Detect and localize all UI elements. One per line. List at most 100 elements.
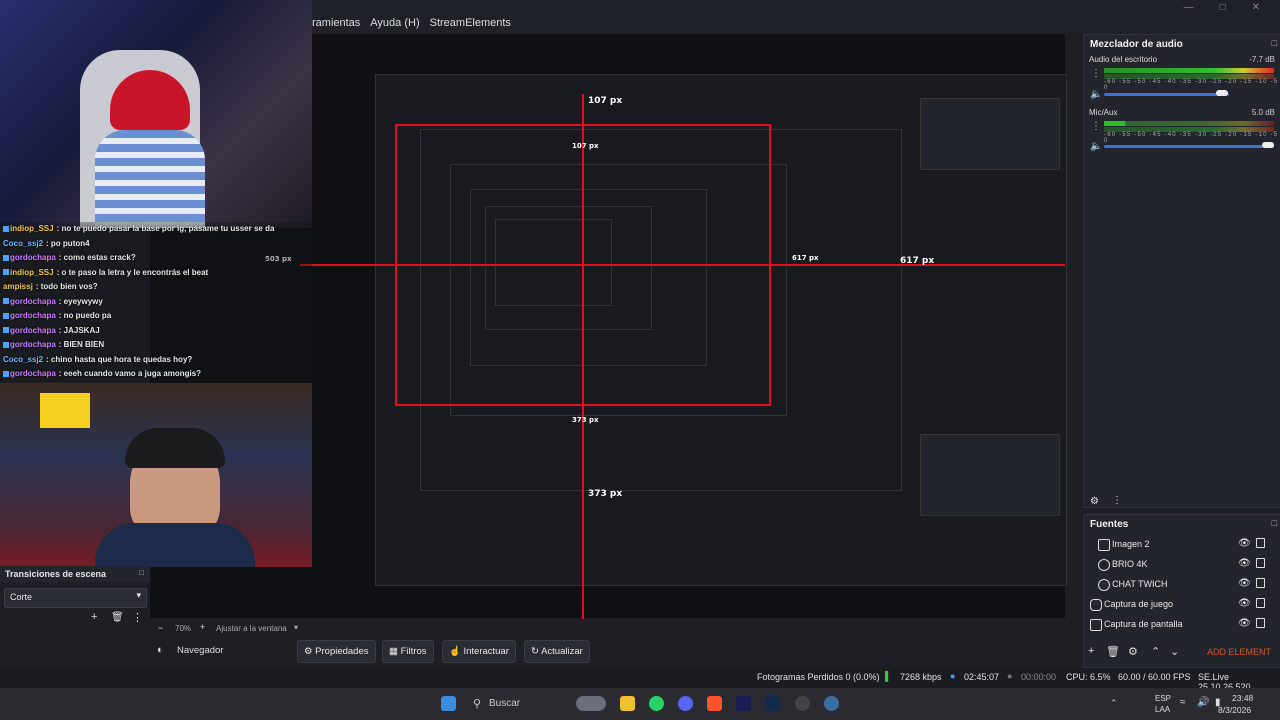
mixer-title: Mezclador de audio xyxy=(1090,39,1183,50)
volume-icon[interactable]: 🔊 xyxy=(1197,697,1209,708)
add-source-icon[interactable]: + xyxy=(1088,645,1094,657)
lock-icon[interactable] xyxy=(1256,578,1265,588)
premiere-icon[interactable] xyxy=(736,696,751,711)
measure-inner-bottom-label: 373 px xyxy=(572,416,599,424)
chat-line: ampissj: todo bien vos? xyxy=(3,282,98,291)
maximize-icon[interactable]: □ xyxy=(1220,2,1226,13)
filters-button[interactable]: ▦ Filtros xyxy=(382,640,434,663)
float-icon[interactable]: □ xyxy=(139,568,144,577)
zoom-value: 70% xyxy=(175,624,192,633)
status-bar: Fotogramas Perdidos 0 (0.0%) ▌ 7268 kbps… xyxy=(0,668,1280,692)
trash-icon[interactable]: 🗑 xyxy=(111,612,124,623)
taskbar: ⚲ Buscar ⌃ ESP LAA ≈ 🔊 ▮ 23:48 8/3/2026 xyxy=(0,688,1280,720)
taskbar-search[interactable]: Buscar xyxy=(489,698,520,709)
settings-icon[interactable] xyxy=(824,696,839,711)
widget-icon[interactable] xyxy=(576,696,606,711)
navigator-label[interactable]: Navegador xyxy=(177,645,223,656)
brave-icon[interactable] xyxy=(707,696,722,711)
navigator-icon[interactable]: ◐ xyxy=(157,644,164,656)
lock-icon[interactable] xyxy=(1256,558,1265,568)
fps: 60.00 / 60.00 FPS xyxy=(1118,672,1191,682)
chevron-down-icon: ▾ xyxy=(136,590,141,600)
chat-line: gordochapa: como estas crack? xyxy=(0,251,312,266)
clock-date[interactable]: 8/3/2026 xyxy=(1218,705,1251,715)
fit-window-label[interactable]: Ajustar a la ventana xyxy=(216,624,287,633)
speaker-icon[interactable]: 🔈 xyxy=(1090,89,1102,100)
channel-menu-icon[interactable]: ⋮ xyxy=(1091,121,1101,132)
source-item[interactable]: BRIO 4K 👁 xyxy=(1086,555,1280,575)
menu-tools[interactable]: ramientas xyxy=(312,17,360,29)
record-icon: ● xyxy=(1007,671,1013,681)
source-item[interactable]: CHAT TWICH 👁 xyxy=(1086,575,1280,595)
wifi-icon[interactable]: ≈ xyxy=(1180,697,1186,708)
visibility-eye-icon[interactable]: 👁 xyxy=(1238,538,1251,549)
properties-button[interactable]: ⚙ Propiedades xyxy=(297,640,376,663)
transitions-header: Transiciones de escena □ xyxy=(0,566,150,582)
clock-time[interactable]: 23:48 xyxy=(1232,693,1253,703)
menu-help[interactable]: Ayuda (H) xyxy=(370,17,419,29)
float-icon[interactable]: □ xyxy=(1272,38,1277,48)
visibility-eye-icon[interactable]: 👁 xyxy=(1238,618,1251,629)
tray-chevron-icon[interactable]: ⌃ xyxy=(1110,698,1118,709)
source-item[interactable]: Imagen 2 👁 xyxy=(1086,535,1280,555)
visibility-eye-icon[interactable]: 👁 xyxy=(1238,558,1251,569)
discord-icon[interactable] xyxy=(678,696,693,711)
whatsapp-icon[interactable] xyxy=(649,696,664,711)
obs-icon[interactable] xyxy=(795,696,810,711)
lang-top[interactable]: ESP xyxy=(1155,694,1171,703)
transition-menu-icon[interactable]: ⋮ xyxy=(132,611,143,624)
mixer-menu-icon[interactable]: ⋮ xyxy=(1112,495,1122,506)
zoom-in-icon[interactable]: + xyxy=(200,622,205,632)
channel-menu-icon[interactable]: ⋮ xyxy=(1091,68,1101,79)
float-icon[interactable]: □ xyxy=(1272,518,1277,528)
nested-sources xyxy=(920,434,1060,516)
source-item[interactable]: Captura de juego 👁 xyxy=(1086,595,1280,615)
mixer-settings-icon[interactable]: ⚙ xyxy=(1090,496,1099,507)
nested-mixer xyxy=(920,98,1060,170)
badge-icon xyxy=(3,298,9,305)
visibility-eye-icon[interactable]: 👁 xyxy=(1238,578,1251,589)
chevron-down-icon[interactable]: ▾ xyxy=(294,623,298,632)
chevron-down-icon[interactable]: ⌄ xyxy=(1170,645,1179,658)
badge-icon xyxy=(3,254,9,261)
transition-select[interactable]: Corte ▾ xyxy=(4,588,147,608)
lock-icon[interactable] xyxy=(1256,618,1265,628)
zoom-out-icon[interactable]: − xyxy=(158,623,163,633)
measure-horizontal-line xyxy=(300,264,1065,266)
minimize-icon[interactable]: — xyxy=(1184,2,1194,13)
volume-slider-knob[interactable] xyxy=(1262,142,1274,148)
search-icon[interactable]: ⚲ xyxy=(473,697,481,710)
measure-inner-right-label: 617 px xyxy=(792,254,819,262)
chevron-up-icon[interactable]: ⌃ xyxy=(1151,645,1160,658)
chat-line: indiop_SSJ: no te puedo pasar la base po… xyxy=(0,222,312,237)
channel-name: Mic/Aux xyxy=(1089,108,1118,117)
add-element-button[interactable]: ADD ELEMENT xyxy=(1207,647,1271,657)
refresh-button[interactable]: ↻ Actualizar xyxy=(524,640,590,663)
channel-db: -7.7 dB xyxy=(1249,55,1275,64)
lock-icon[interactable] xyxy=(1256,598,1265,608)
volume-slider[interactable] xyxy=(1104,93,1229,96)
photoshop-icon[interactable] xyxy=(765,696,780,711)
cpu-usage: CPU: 6.5% xyxy=(1066,672,1111,682)
add-transition-icon[interactable]: + xyxy=(91,611,97,623)
lang-bottom[interactable]: LAA xyxy=(1155,705,1170,714)
folder-icon[interactable] xyxy=(620,696,635,711)
volume-slider-knob[interactable] xyxy=(1216,90,1228,96)
speaker-icon[interactable]: 🔈 xyxy=(1090,141,1102,152)
volume-slider[interactable] xyxy=(1104,145,1274,148)
trash-icon[interactable]: 🗑 xyxy=(1106,645,1120,658)
close-icon[interactable]: ✕ xyxy=(1252,2,1260,13)
menu-streamelements[interactable]: StreamElements xyxy=(430,17,511,29)
visibility-eye-icon[interactable]: 👁 xyxy=(1238,598,1251,609)
lock-icon[interactable] xyxy=(1256,538,1265,548)
source-item[interactable]: Captura de pantalla 👁 xyxy=(1086,615,1280,635)
chat-overlay: indiop_SSJ: no te puedo pasar la base po… xyxy=(0,222,312,382)
gear-icon[interactable]: ⚙ xyxy=(1128,645,1138,658)
interact-button[interactable]: ☝ Interactuar xyxy=(442,640,516,663)
transitions-title: Transiciones de escena xyxy=(5,569,107,579)
windows-start-icon[interactable] xyxy=(441,696,456,711)
measure-right-label: 617 px xyxy=(900,256,935,266)
meter-scale: -60 -55 -50 -45 -40 -35 -30 -25 -20 -15 … xyxy=(1104,132,1279,144)
volume-meter xyxy=(1104,68,1274,73)
measure-bottom-label: 373 px xyxy=(588,489,623,499)
